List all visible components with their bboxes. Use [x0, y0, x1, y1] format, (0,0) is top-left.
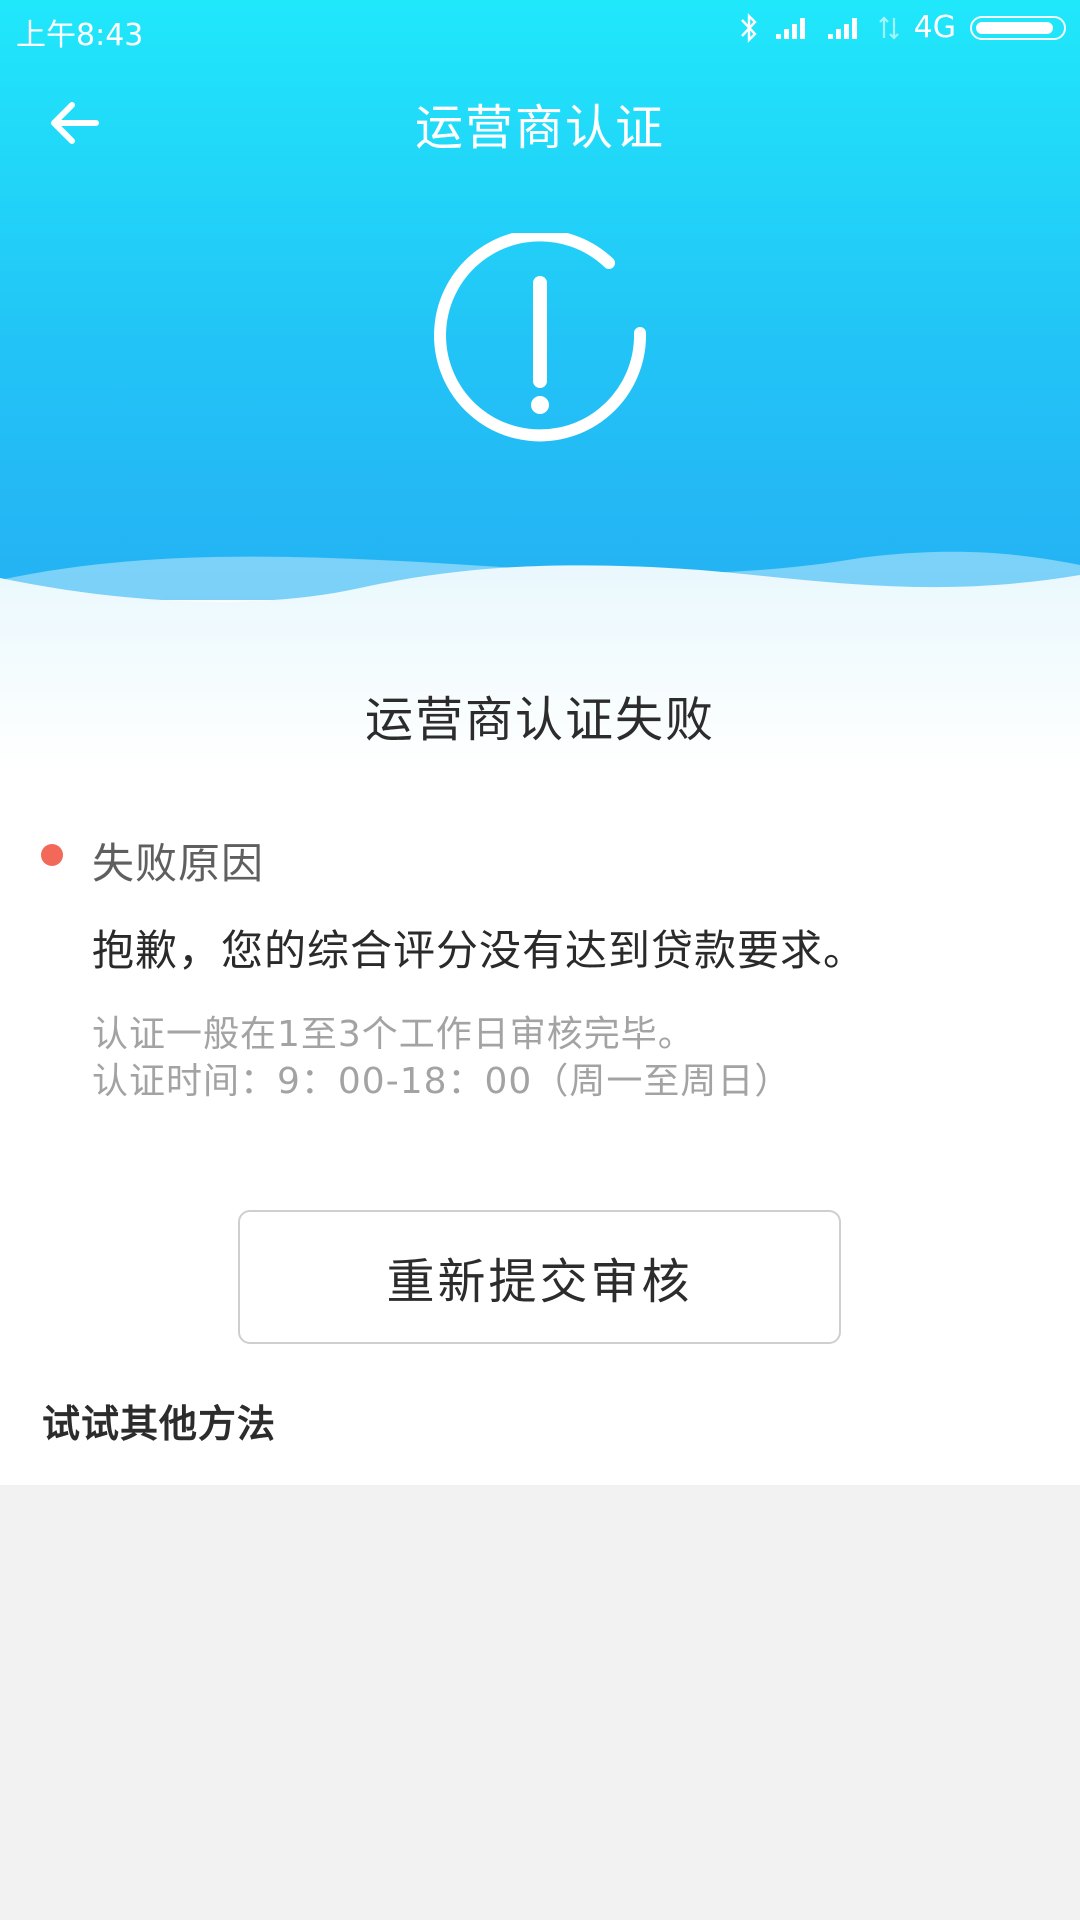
battery-icon: [970, 16, 1066, 40]
signal-icon: [775, 18, 805, 39]
reason-label: 失败原因: [92, 839, 265, 888]
page-title: 运营商认证: [414, 100, 665, 156]
reason-text: 抱歉，您的综合评分没有达到贷款要求。: [92, 926, 867, 975]
result-title: 运营商认证失败: [364, 692, 715, 748]
review-info-line: 认证一般在1至3个工作日审核完毕。: [92, 1014, 695, 1055]
review-hours-line: 认证时间：9：00-18：00（周一至周日）: [92, 1061, 792, 1102]
status-bar: 上午8:43 4G: [0, 0, 1080, 56]
signal-icon-2: [827, 18, 857, 39]
resubmit-button[interactable]: 重新提交审核: [238, 1210, 841, 1344]
status-icons: 4G: [738, 10, 1066, 46]
network-type: 4G: [913, 10, 956, 45]
status-time: 上午8:43: [16, 18, 144, 53]
alert-circle-icon: [434, 233, 647, 442]
bluetooth-icon: [740, 13, 757, 43]
other-methods-heading: 试试其他方法: [42, 1402, 277, 1446]
data-activity-icon: [878, 16, 899, 40]
reason-bullet: [41, 844, 63, 866]
battery-level: [976, 22, 1053, 34]
nav-bar: 运营商认证: [0, 80, 1080, 164]
